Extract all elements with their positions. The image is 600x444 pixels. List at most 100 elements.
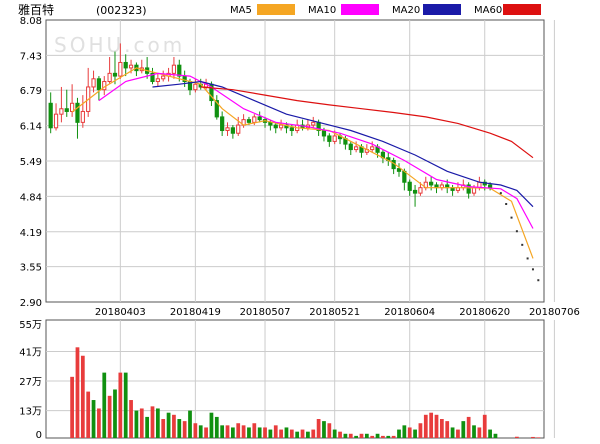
candle-body: [48, 102, 53, 129]
candle-body: [70, 102, 75, 112]
price-tick-label: 4.19: [20, 228, 42, 239]
volume-bar: [220, 425, 225, 438]
volume-bar: [439, 419, 444, 438]
volume-bar: [472, 425, 476, 438]
legend-label-ma60: MA60: [474, 5, 502, 16]
volume-bar: [70, 376, 74, 438]
volume-bar: [102, 372, 107, 438]
volume-bar: [284, 427, 289, 438]
volume-bar: [375, 433, 380, 438]
candle-body: [236, 124, 241, 134]
date-axis: 20180403 20180419 20180507 20180521 20180604…: [95, 307, 580, 318]
legend-item-ma20: MA20: [392, 4, 461, 16]
volume-bar: [348, 433, 353, 438]
candle-body: [278, 124, 284, 129]
volume-bar: [241, 425, 246, 438]
volume-bar: [332, 429, 337, 438]
volume-bar: [86, 391, 91, 438]
candle-body: [155, 78, 160, 83]
volume-bar: [118, 372, 123, 438]
candle-body: [128, 64, 134, 69]
volume-bar: [193, 423, 198, 438]
volume-bar: [445, 421, 450, 438]
price-tick-label: 5.49: [20, 157, 42, 168]
volume-bar: [338, 431, 342, 438]
stock-name: 雅百特: [18, 2, 54, 17]
volume-bar: [182, 421, 187, 438]
candle-body: [91, 78, 96, 88]
volume-bar: [91, 400, 96, 438]
volume-bar: [359, 433, 364, 438]
candle-body: [96, 78, 102, 91]
date-tick-label: 20180521: [309, 307, 360, 318]
volume-bar: [461, 421, 466, 438]
candle-body: [112, 72, 118, 77]
watermark: SOHU.com: [54, 33, 185, 57]
stock-chart: 雅百特 (002323) MA5 MA10 MA20 MA60 SOHU.com…: [18, 2, 580, 441]
candle-body: [418, 187, 423, 194]
volume-bar: [466, 416, 471, 438]
candle-body: [220, 116, 225, 132]
candle-body: [59, 108, 64, 115]
legend-item-ma5: MA5: [230, 4, 295, 16]
limit-down-dot: [521, 243, 524, 246]
volume-bar: [139, 408, 144, 438]
legend-swatch-ma60: [503, 4, 541, 15]
candle-body: [273, 124, 278, 129]
volume-bar: [252, 423, 257, 438]
volume-bar: [214, 416, 219, 438]
legend-item-ma60: MA60: [474, 4, 541, 16]
volume-bar: [134, 410, 139, 438]
volume-bar: [279, 429, 283, 438]
volume-bar: [429, 412, 434, 438]
candle-body: [252, 116, 257, 123]
candle-body: [177, 64, 182, 77]
volume-bar: [311, 429, 316, 438]
volume-bar: [386, 435, 391, 438]
legend-label-ma20: MA20: [392, 5, 420, 16]
candle-body: [225, 127, 230, 132]
volume-tick-label: 41万: [19, 348, 42, 359]
chart-stage: 雅百特 (002323) MA5 MA10 MA20 MA60 SOHU.com…: [0, 0, 600, 441]
date-tick-label: 20180403: [95, 307, 146, 318]
volume-bar: [257, 427, 262, 438]
candle-body: [123, 61, 128, 69]
volume-bar: [236, 423, 241, 438]
limit-down-dot: [537, 279, 540, 282]
volume-bar: [145, 416, 150, 438]
candle-body: [407, 181, 412, 191]
volume-bar: [407, 427, 412, 438]
volume-bar: [418, 423, 423, 438]
volume-panel: 55万 41万 27万 13万 0: [19, 319, 555, 441]
legend-label-ma5: MA5: [230, 5, 252, 16]
candle-body: [321, 130, 327, 137]
candle-body: [289, 127, 294, 132]
date-tick-label: 20180706: [529, 307, 580, 318]
candle-body: [80, 110, 85, 123]
volume-bar: [343, 433, 348, 438]
volume-bar: [482, 414, 487, 438]
volume-bar: [370, 435, 375, 438]
candle-body: [171, 64, 177, 74]
legend-swatch-ma5: [257, 4, 295, 15]
limit-down-dot: [531, 268, 534, 271]
volume-bar: [456, 429, 460, 438]
candle-body: [396, 168, 402, 172]
volume-bar: [295, 431, 300, 438]
price-y-axis: 8.08 7.43 6.79 6.14 5.49 4.84 4.19 3.55 2.90: [20, 16, 42, 309]
volume-bar: [172, 414, 176, 438]
legend-swatch-ma10: [341, 4, 379, 15]
candle-body: [118, 61, 123, 77]
candle-body: [412, 189, 418, 194]
volume-bar: [247, 427, 251, 438]
volume-bar: [273, 425, 278, 438]
volume-bar: [204, 427, 208, 438]
volume-bar: [198, 425, 203, 438]
volume-tick-label: 55万: [19, 320, 42, 331]
volume-bar: [327, 423, 332, 438]
date-tick-label: 20180507: [240, 307, 291, 318]
candle-body: [268, 121, 273, 126]
volume-bar: [129, 400, 133, 438]
legend-item-ma10: MA10: [308, 4, 379, 16]
volume-bar: [306, 431, 310, 438]
